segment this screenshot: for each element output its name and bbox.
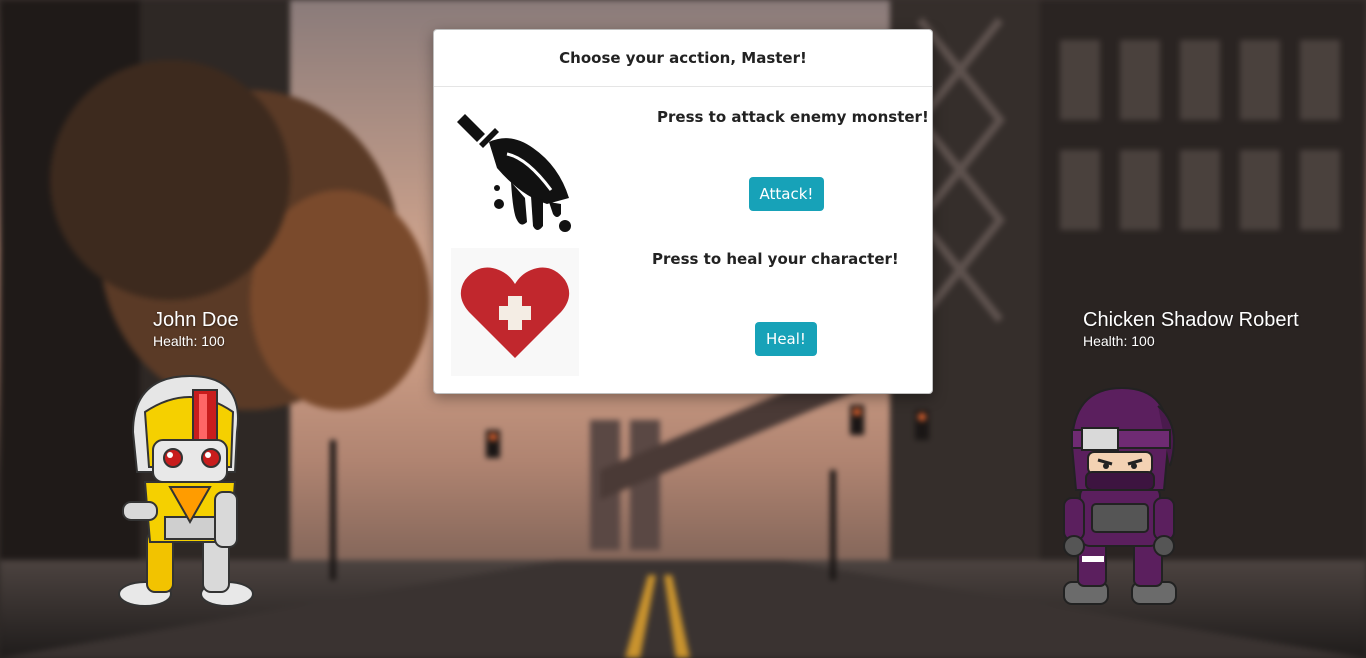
player-health: Health: 100 xyxy=(153,333,225,349)
game-scene: John Doe Health: 100 Chicken Shadow Robe… xyxy=(0,0,1366,658)
modal-title: Choose your acction, Master! xyxy=(559,49,807,67)
player-name: John Doe xyxy=(153,309,239,331)
player-info: John Doe Health: 100 xyxy=(153,308,239,350)
attack-instruction: Press to attack enemy monster! xyxy=(657,108,929,126)
heart-cross-icon xyxy=(451,248,579,376)
enemy-info: Chicken Shadow Robert Health: 100 xyxy=(1083,308,1299,350)
sword-blood-icon xyxy=(451,104,579,232)
enemy-health: Health: 100 xyxy=(1083,333,1155,349)
ninja-sprite xyxy=(1058,386,1182,613)
heal-button[interactable]: Heal! xyxy=(755,322,817,356)
modal-header: Choose your acction, Master! xyxy=(434,30,932,87)
action-modal: Choose your acction, Master! Press to at… xyxy=(433,29,933,394)
enemy-name: Chicken Shadow Robert xyxy=(1083,309,1299,331)
robot-knight-sprite xyxy=(115,372,265,613)
attack-button[interactable]: Attack! xyxy=(749,177,824,211)
heal-instruction: Press to heal your character! xyxy=(652,250,899,268)
